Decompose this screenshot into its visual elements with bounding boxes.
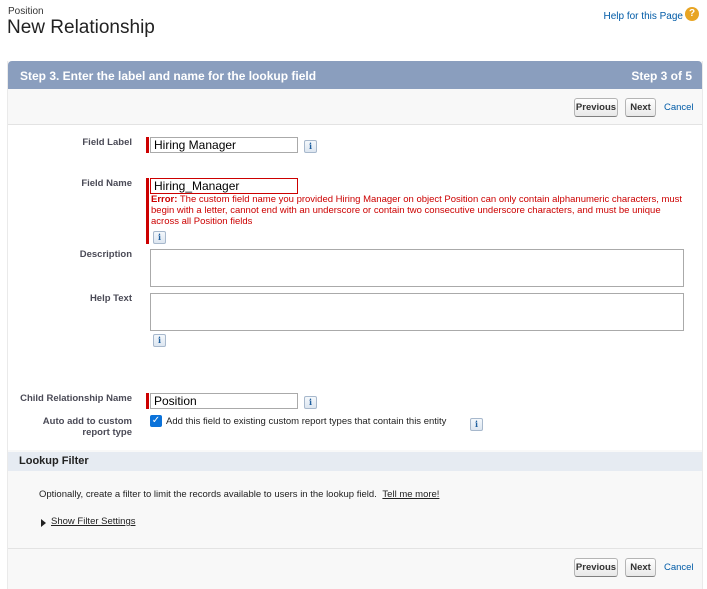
child-relationship-label: Child Relationship Name (20, 393, 132, 404)
help-text-info-icon[interactable]: i (153, 334, 166, 347)
next-button-bottom[interactable]: Next (625, 558, 656, 577)
auto-add-label: Auto add to custom report type (8, 416, 132, 438)
show-filter-settings-link[interactable]: Show Filter Settings (51, 516, 135, 527)
previous-button-bottom[interactable]: Previous (574, 558, 618, 577)
divider (8, 548, 702, 549)
lookup-filter-section-header: Lookup Filter (8, 452, 702, 471)
lookup-filter-text: Optionally, create a filter to limit the… (39, 489, 377, 500)
step-header-bar: Step 3. Enter the label and name for the… (8, 61, 702, 89)
field-name-input[interactable]: Hiring_Manager (150, 178, 298, 194)
step-title: Step 3. Enter the label and name for the… (20, 69, 317, 83)
field-name-label: Field Name (81, 178, 132, 189)
child-relationship-input[interactable]: Position (150, 393, 298, 409)
field-name-error: Error: The custom field name you provide… (151, 194, 691, 227)
auto-add-label-line2: report type (82, 427, 132, 438)
lookup-filter-title: Lookup Filter (19, 455, 89, 467)
required-indicator (146, 393, 149, 409)
wizard-panel: Step 3. Enter the label and name for the… (7, 61, 703, 589)
step-count: Step 3 of 5 (631, 69, 692, 83)
help-text-label: Help Text (89, 293, 132, 304)
help-for-this-page-link[interactable]: Help for this Page (604, 11, 684, 22)
field-name-info-icon[interactable]: i (153, 231, 166, 244)
cancel-link-bottom[interactable]: Cancel (664, 562, 694, 573)
object-name: Position (8, 6, 44, 17)
lookup-filter-description: Optionally, create a filter to limit the… (39, 489, 439, 500)
expand-triangle-icon[interactable] (41, 519, 46, 527)
error-prefix: Error: (151, 194, 178, 205)
auto-add-label-line1: Auto add to custom (42, 416, 132, 427)
child-relationship-info-icon[interactable]: i (304, 396, 317, 409)
next-button-top[interactable]: Next (625, 98, 656, 117)
field-label-label: Field Label (82, 137, 132, 148)
auto-add-checkbox[interactable]: ✓ (150, 415, 162, 427)
auto-add-info-icon[interactable]: i (470, 418, 483, 431)
auto-add-checkbox-label[interactable]: Add this field to existing custom report… (166, 416, 446, 427)
required-indicator (146, 178, 149, 244)
required-indicator (146, 137, 149, 153)
page-title: New Relationship (7, 17, 155, 38)
description-label: Description (79, 249, 132, 260)
error-message: The custom field name you provided Hirin… (151, 194, 683, 227)
field-label-info-icon[interactable]: i (304, 140, 317, 153)
field-label-input[interactable]: Hiring Manager (150, 137, 298, 153)
previous-button-top[interactable]: Previous (574, 98, 618, 117)
help-text-textarea[interactable] (150, 293, 684, 331)
tell-me-more-link[interactable]: Tell me more! (382, 489, 439, 500)
help-icon[interactable]: ? (685, 7, 699, 21)
description-textarea[interactable] (150, 249, 684, 287)
cancel-link-top[interactable]: Cancel (664, 102, 694, 113)
